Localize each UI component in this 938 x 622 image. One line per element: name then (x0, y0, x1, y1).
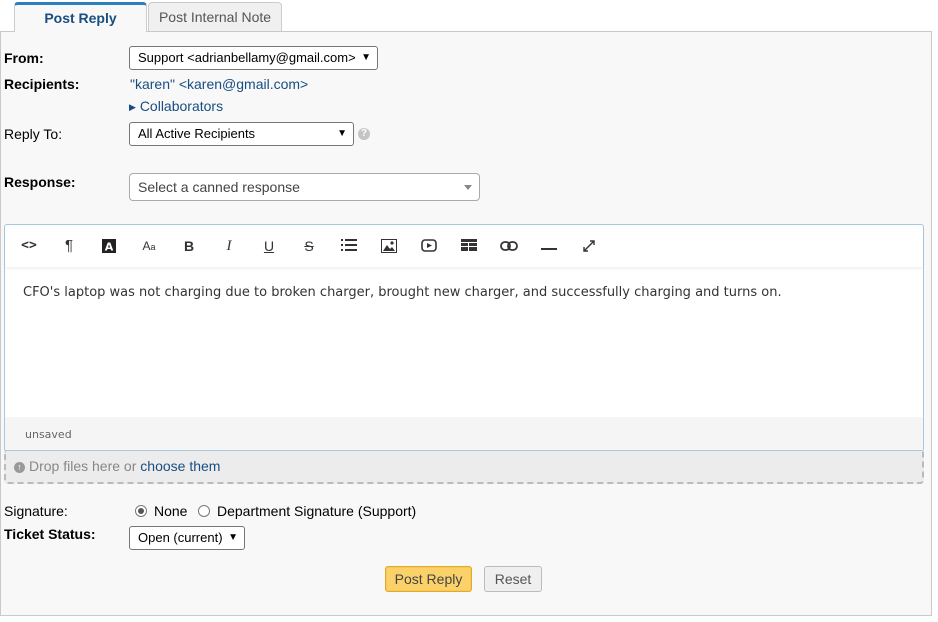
svg-text:A: A (105, 241, 114, 254)
from-label: From: (4, 50, 44, 66)
reply-to-select-value: All Active Recipients (138, 126, 256, 141)
signature-none-radio[interactable] (135, 505, 147, 517)
collaborators-toggle[interactable]: ▶ Collaborators (129, 98, 223, 114)
ticket-status-value: Open (current) (138, 530, 223, 545)
font-size-icon[interactable]: Aa (137, 235, 161, 257)
dropzone-text: Drop files here or (29, 458, 141, 474)
from-select[interactable]: Support <adrianbellamy@gmail.com> ▼ (129, 46, 378, 70)
list-icon[interactable] (337, 235, 361, 257)
paragraph-icon[interactable]: ¶ (57, 235, 81, 257)
rich-text-editor: <> ¶ A Aa B I U S CFO's laptop was not c… (4, 224, 924, 450)
table-icon[interactable] (457, 235, 481, 257)
help-icon[interactable]: ? (358, 128, 370, 140)
reply-panel: From: Support <adrianbellamy@gmail.com> … (0, 31, 932, 616)
signature-department-label[interactable]: Department Signature (Support) (217, 503, 416, 519)
save-status: unsaved (25, 428, 72, 441)
from-select-value: Support <adrianbellamy@gmail.com> (138, 50, 356, 65)
file-dropzone[interactable]: ↑ Drop files here or choose them (4, 450, 924, 484)
canned-response-select[interactable]: Select a canned response (129, 173, 480, 201)
reply-to-label: Reply To: (4, 126, 63, 142)
chevron-down-icon: ▼ (337, 128, 347, 139)
reply-to-select[interactable]: All Active Recipients ▼ (129, 122, 354, 146)
signature-none-label[interactable]: None (154, 503, 187, 519)
text-color-icon[interactable]: A (97, 235, 121, 257)
link-icon[interactable] (497, 235, 521, 257)
dropdown-arrow-icon (464, 185, 472, 190)
horizontal-rule-icon[interactable] (537, 235, 561, 257)
underline-icon[interactable]: U (257, 235, 281, 257)
caret-right-icon: ▶ (129, 102, 136, 112)
editor-content[interactable]: CFO's laptop was not charging due to bro… (23, 285, 913, 300)
italic-icon[interactable]: I (217, 235, 241, 257)
collaborators-label: Collaborators (139, 98, 224, 114)
chevron-down-icon: ▼ (228, 532, 238, 543)
editor-toolbar: <> ¶ A Aa B I U S (5, 225, 923, 267)
recipient-link[interactable]: "karen" <karen@gmail.com> (130, 76, 308, 92)
signature-label: Signature: (4, 503, 68, 519)
bold-icon[interactable]: B (177, 235, 201, 257)
code-view-icon[interactable]: <> (17, 235, 41, 257)
ticket-status-label: Ticket Status: (4, 526, 96, 542)
reset-button[interactable]: Reset (484, 566, 542, 592)
ticket-status-select[interactable]: Open (current) ▼ (129, 526, 245, 550)
video-icon[interactable] (417, 235, 441, 257)
choose-files-link[interactable]: choose them (140, 458, 220, 474)
signature-department-radio[interactable] (198, 505, 210, 517)
editor-statusbar: unsaved (5, 417, 923, 450)
upload-icon: ↑ (14, 461, 25, 473)
strikethrough-icon[interactable]: S (297, 235, 321, 257)
canned-response-placeholder: Select a canned response (138, 179, 300, 195)
response-label: Response: (4, 174, 76, 190)
recipients-label: Recipients: (4, 76, 80, 92)
post-reply-button[interactable]: Post Reply (385, 566, 472, 592)
tab-post-reply[interactable]: Post Reply (14, 2, 147, 32)
tab-post-internal-note[interactable]: Post Internal Note (148, 2, 282, 31)
image-icon[interactable] (377, 235, 401, 257)
fullscreen-icon[interactable] (577, 235, 601, 257)
tab-bar: Post Reply Post Internal Note (0, 0, 938, 32)
chevron-down-icon: ▼ (361, 52, 371, 63)
